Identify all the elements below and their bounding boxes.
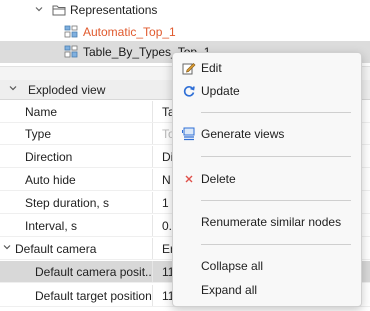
menu-item-label: Generate views [201, 127, 285, 141]
property-name: Default camera [15, 241, 97, 256]
tree-node-automatic[interactable]: Automatic_Top_1 [0, 22, 370, 42]
property-name: Direction [25, 149, 73, 164]
refresh-icon [181, 83, 197, 99]
menu-item-label: Delete [201, 172, 236, 186]
property-name: Name [25, 104, 58, 119]
edit-icon [181, 60, 197, 76]
property-name: Auto hide [25, 172, 76, 187]
menu-separator [201, 200, 351, 201]
property-name: Interval, s [25, 218, 78, 233]
view-set-icon [64, 25, 80, 39]
menu-item-renumerate[interactable]: Renumerate similar nodes [173, 211, 361, 233]
chevron-down-icon[interactable] [1, 242, 13, 255]
property-name: Type [25, 126, 52, 141]
folder-icon [52, 4, 66, 16]
menu-item-label: Edit [201, 61, 222, 75]
tree-node-representations[interactable]: Representations [0, 0, 370, 20]
menu-item-delete[interactable]: Delete [173, 168, 361, 190]
menu-separator [201, 156, 351, 157]
menu-item-label: Expand all [201, 283, 258, 297]
generate-views-icon [181, 126, 197, 142]
property-name: Default target position [35, 288, 152, 303]
menu-item-label: Collapse all [201, 259, 264, 273]
chevron-down-icon[interactable] [6, 83, 20, 96]
tree-node-label: Representations [70, 3, 158, 17]
section-title: Exploded view [28, 82, 106, 97]
menu-item-generate-views[interactable]: Generate views [173, 123, 361, 145]
menu-item-update[interactable]: Update [173, 80, 361, 102]
menu-separator [201, 112, 351, 113]
view-set-icon [64, 45, 80, 59]
menu-item-label: Renumerate similar nodes [201, 215, 342, 229]
property-name: Step duration, s [25, 195, 110, 210]
menu-separator [201, 244, 351, 245]
menu-item-collapse-all[interactable]: Collapse all [173, 255, 361, 277]
property-name: Default camera posit.. [35, 264, 152, 279]
menu-item-expand-all[interactable]: Expand all [173, 279, 361, 301]
chevron-down-icon[interactable] [32, 4, 46, 17]
menu-item-label: Update [201, 84, 240, 98]
context-menu: Edit Update Generate views Delete Renume… [172, 52, 362, 307]
menu-item-edit[interactable]: Edit [173, 57, 361, 79]
close-icon [181, 171, 197, 187]
property-group-name: Default camera [0, 242, 152, 256]
tree-node-label: Automatic_Top_1 [83, 25, 176, 39]
